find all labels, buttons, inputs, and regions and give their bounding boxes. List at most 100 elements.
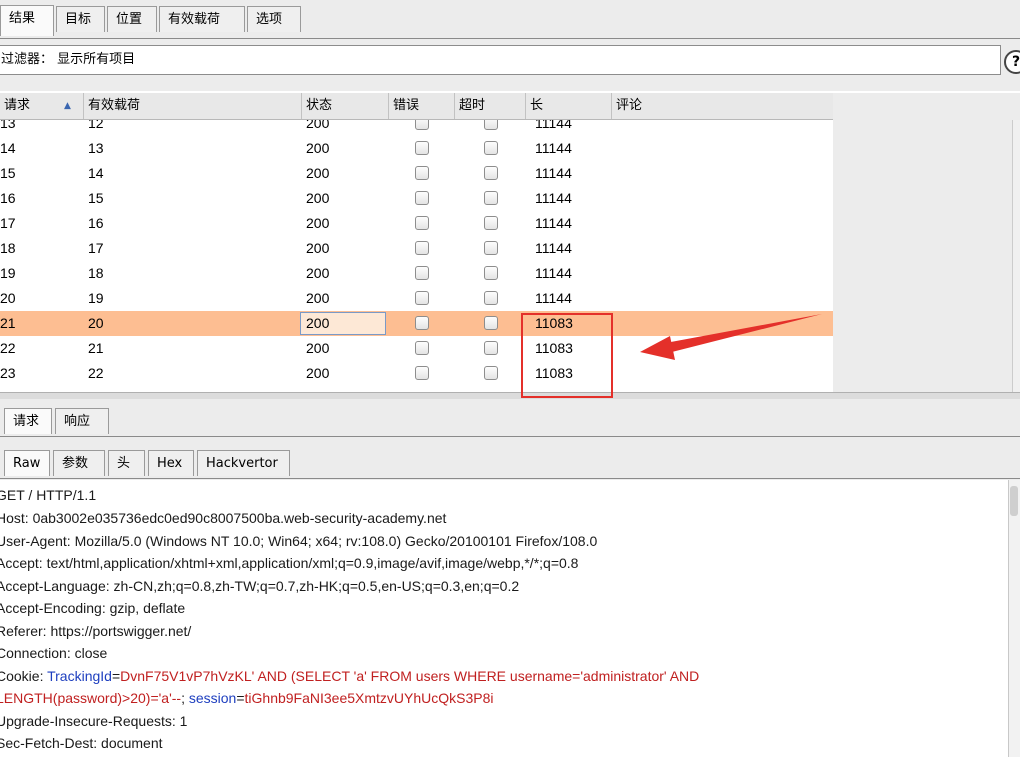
column-timeout-label: 超时	[459, 98, 486, 113]
table-row[interactable]: 21 20 200 11083	[0, 311, 833, 336]
request-line: GET / HTTP/1.1	[0, 487, 97, 503]
tab-target[interactable]: 目标	[56, 6, 105, 32]
tab-response[interactable]: 响应	[55, 408, 109, 434]
table-row[interactable]: 18 17 200 11144	[0, 236, 833, 261]
tab-target-label: 目标	[65, 12, 92, 27]
cell-payload: 14	[88, 165, 104, 181]
error-checkbox[interactable]	[415, 166, 429, 180]
tab-raw-label: Raw	[13, 456, 41, 471]
timeout-checkbox[interactable]	[484, 191, 498, 205]
tab-payloads[interactable]: 有效载荷	[159, 6, 245, 32]
filter-area: 过滤器： 显示所有项目	[0, 39, 1020, 91]
timeout-checkbox[interactable]	[484, 366, 498, 380]
raw-vertical-scrollbar[interactable]	[1008, 480, 1020, 757]
cell-length: 11144	[535, 165, 572, 181]
table-row[interactable]: 15 14 200 11144	[0, 161, 833, 186]
header-accept-language: Accept-Language: zh-CN,zh;q=0.8,zh-TW;q=…	[0, 578, 520, 594]
error-checkbox[interactable]	[415, 266, 429, 280]
tab-params[interactable]: 参数	[53, 450, 105, 476]
table-row[interactable]: 17 16 200 11144	[0, 211, 833, 236]
table-row[interactable]: 20 19 200 11144	[0, 286, 833, 311]
tab-options[interactable]: 选项	[247, 6, 301, 32]
timeout-checkbox[interactable]	[484, 291, 498, 305]
table-row[interactable]: 23 22 200 11083	[0, 361, 833, 386]
tab-headers[interactable]: 头	[108, 450, 145, 476]
column-length-label: 长	[530, 98, 544, 113]
tab-hex[interactable]: Hex	[148, 450, 194, 476]
tab-payloads-label: 有效载荷	[168, 12, 221, 27]
error-checkbox[interactable]	[415, 191, 429, 205]
table-row[interactable]: 14 13 200 11144	[0, 136, 833, 161]
column-header-error[interactable]: 错误	[389, 93, 455, 119]
timeout-checkbox[interactable]	[484, 166, 498, 180]
timeout-checkbox[interactable]	[484, 241, 498, 255]
cell-status: 200	[306, 215, 330, 231]
table-vertical-scrollbar[interactable]	[1012, 120, 1020, 393]
filter-bar[interactable]: 过滤器： 显示所有项目	[0, 45, 1001, 75]
timeout-checkbox[interactable]	[484, 266, 498, 280]
table-row[interactable]: 16 15 200 11144	[0, 186, 833, 211]
error-checkbox[interactable]	[415, 316, 429, 330]
tab-response-label: 响应	[64, 414, 91, 429]
column-header-timeout[interactable]: 超时	[455, 93, 526, 119]
column-status-label: 状态	[306, 98, 333, 113]
column-header-payload[interactable]: 有效载荷	[84, 93, 302, 119]
raw-request-editor[interactable]: GET / HTTP/1.1 Host: 0ab3002e035736edc0e…	[0, 480, 1008, 757]
cookie-key-trackingid: TrackingId	[47, 668, 112, 684]
cell-length: 11144	[535, 190, 572, 206]
header-sec-fetch-dest: Sec-Fetch-Dest: document	[0, 735, 163, 751]
tab-results[interactable]: 结果	[0, 5, 54, 36]
timeout-checkbox[interactable]	[484, 341, 498, 355]
cell-status: 200	[306, 290, 330, 306]
table-row[interactable]: 13 12 200 11144	[0, 120, 833, 136]
tab-raw[interactable]: Raw	[4, 450, 50, 476]
table-body: 13 12 200 11144 14 13 200 11144 15 14 200 11144 16 15…	[0, 120, 833, 393]
column-header-comment[interactable]: 评论	[612, 93, 833, 119]
cell-request: 13	[0, 120, 16, 131]
timeout-checkbox[interactable]	[484, 316, 498, 330]
tab-headers-label: 头	[117, 456, 131, 471]
cell-request: 22	[0, 340, 16, 356]
header-user-agent: User-Agent: Mozilla/5.0 (Windows NT 10.0…	[0, 533, 598, 549]
cookie-equals: =	[236, 690, 245, 706]
column-header-status[interactable]: 状态	[302, 93, 389, 119]
cell-payload: 22	[88, 365, 104, 381]
timeout-checkbox[interactable]	[484, 216, 498, 230]
error-checkbox[interactable]	[415, 341, 429, 355]
table-row[interactable]: 19 18 200 11144	[0, 261, 833, 286]
cell-status: 200	[306, 365, 330, 381]
raw-scrollbar-thumb[interactable]	[1010, 486, 1018, 516]
tab-request-label: 请求	[13, 414, 40, 429]
cell-status: 200	[306, 315, 330, 331]
cell-status: 200	[306, 140, 330, 156]
error-checkbox[interactable]	[415, 216, 429, 230]
cookie-value-trackingid: DvnF75V1vP7hVzKL' AND (SELECT 'a' FROM u…	[120, 668, 700, 684]
error-checkbox[interactable]	[415, 291, 429, 305]
cell-status: 200	[306, 190, 330, 206]
annotation-highlight-box	[521, 313, 613, 398]
cell-length: 11144	[535, 140, 572, 156]
table-row[interactable]: 22 21 200 11083	[0, 336, 833, 361]
cell-request: 15	[0, 165, 16, 181]
timeout-checkbox[interactable]	[484, 120, 498, 130]
error-checkbox[interactable]	[415, 241, 429, 255]
cell-request: 17	[0, 215, 16, 231]
column-header-request[interactable]: 请求 ▲	[0, 93, 84, 119]
tab-hackvertor[interactable]: Hackvertor	[197, 450, 290, 476]
cell-length: 11144	[535, 290, 572, 306]
error-checkbox[interactable]	[415, 366, 429, 380]
column-header-length[interactable]: 长	[526, 93, 612, 119]
column-comment-label: 评论	[616, 98, 643, 113]
cell-request: 16	[0, 190, 16, 206]
error-checkbox[interactable]	[415, 141, 429, 155]
cell-status: 200	[306, 340, 330, 356]
pane-split-divider[interactable]	[0, 392, 1020, 399]
column-request-label: 请求	[4, 98, 31, 113]
tab-request[interactable]: 请求	[4, 408, 52, 434]
timeout-checkbox[interactable]	[484, 141, 498, 155]
error-checkbox[interactable]	[415, 120, 429, 130]
panel-divider	[0, 436, 1020, 437]
cell-status: 200	[306, 165, 330, 181]
tab-positions[interactable]: 位置	[107, 6, 157, 32]
cell-payload: 12	[88, 120, 104, 131]
